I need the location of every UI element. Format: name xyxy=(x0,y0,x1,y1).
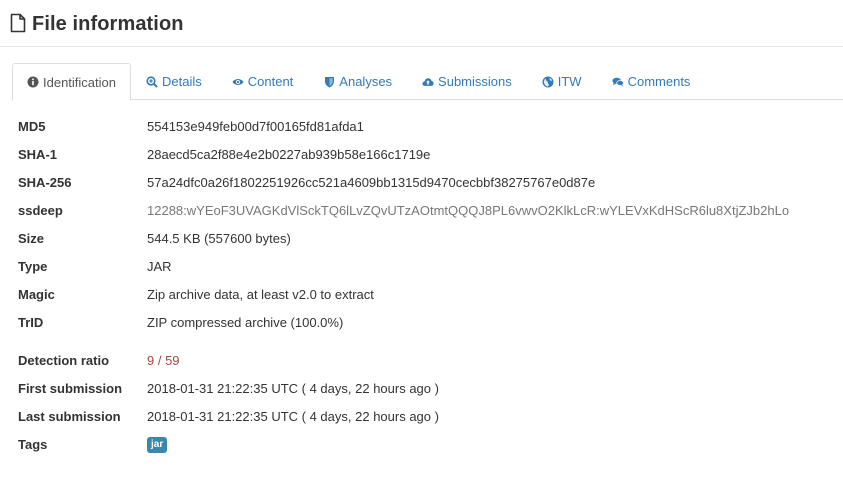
tags-row: Tags jar xyxy=(18,430,838,458)
file-icon xyxy=(10,13,28,35)
type-label: Type xyxy=(18,258,48,274)
tab-details[interactable]: Details xyxy=(131,63,217,100)
magic-value: Zip archive data, at least v2.0 to extra… xyxy=(147,286,374,302)
cloud-upload-icon xyxy=(422,76,434,88)
tab-content[interactable]: Content xyxy=(217,63,309,100)
type-value: JAR xyxy=(147,258,172,274)
shield-icon xyxy=(323,76,335,88)
md5-label: MD5 xyxy=(18,118,46,134)
tags-label: Tags xyxy=(18,436,48,452)
comments-icon xyxy=(612,76,624,88)
tab-itw[interactable]: ITW xyxy=(527,63,597,100)
tab-analyses[interactable]: Analyses xyxy=(308,63,407,100)
eye-icon xyxy=(232,76,244,88)
tab-label: Analyses xyxy=(339,74,393,89)
tab-label: Details xyxy=(162,74,202,89)
tab-label: Comments xyxy=(627,74,691,89)
first-submission-label: First submission xyxy=(18,380,123,396)
last-submission-value: 2018-01-31 21:22:35 UTC ( 4 days, 22 hou… xyxy=(147,408,439,424)
tab-label: Submissions xyxy=(438,74,512,89)
globe-icon xyxy=(542,76,554,88)
sha1-value: 28aecd5ca2f88e4e2b0227ab939b58e166c1719e xyxy=(147,146,431,162)
md5-value: 554153e949feb00d7f00165fd81afda1 xyxy=(147,118,364,134)
tab-label: ITW xyxy=(557,74,582,89)
md5-row: MD5 554153e949feb00d7f00165fd81afda1 xyxy=(18,112,838,140)
page-header: File information xyxy=(10,8,184,40)
trid-row: TrID ZIP compressed archive (100.0%) xyxy=(18,308,838,336)
size-row: Size 544.5 KB (557600 bytes) xyxy=(18,224,838,252)
sha256-row: SHA-256 57a24dfc0a26f1802251926cc521a460… xyxy=(18,168,838,196)
ssdeep-label: ssdeep xyxy=(18,202,63,218)
size-label: Size xyxy=(18,230,45,246)
last-submission-row: Last submission 2018-01-31 21:22:35 UTC … xyxy=(18,402,838,430)
first-submission-row: First submission 2018-01-31 21:22:35 UTC… xyxy=(18,374,838,402)
tab-comments[interactable]: Comments xyxy=(597,63,706,100)
tag-badge[interactable]: jar xyxy=(147,437,168,453)
last-submission-label: Last submission xyxy=(18,408,121,424)
ssdeep-value: 12288:wYEoF3UVAGKdVlSckTQ6lLvZQvUTzAOtmt… xyxy=(147,202,790,218)
detection-label: Detection ratio xyxy=(18,352,110,368)
page-title: File information xyxy=(32,12,184,35)
tab-label: Identification xyxy=(43,74,116,90)
tab-label: Content xyxy=(247,74,294,89)
header-divider xyxy=(0,46,843,47)
sha1-label: SHA-1 xyxy=(18,146,58,162)
sha256-value: 57a24dfc0a26f1802251926cc521a4609bb1315d… xyxy=(147,174,596,190)
detection-row: Detection ratio 9 / 59 xyxy=(18,346,838,374)
first-submission-value: 2018-01-31 21:22:35 UTC ( 4 days, 22 hou… xyxy=(147,380,439,396)
tags-value: jar xyxy=(147,435,168,453)
sha1-row: SHA-1 28aecd5ca2f88e4e2b0227ab939b58e166… xyxy=(18,140,838,168)
size-value: 544.5 KB (557600 bytes) xyxy=(147,230,291,246)
tab-identification[interactable]: Identification xyxy=(12,63,131,101)
zoom-icon xyxy=(146,75,158,88)
tab-bar: Identification Details Content Analyses … xyxy=(12,63,706,101)
magic-label: Magic xyxy=(18,286,55,302)
ssdeep-row: ssdeep 12288:wYEoF3UVAGKdVlSckTQ6lLvZQvU… xyxy=(18,196,838,224)
file-info-panel: MD5 554153e949feb00d7f00165fd81afda1 SHA… xyxy=(18,112,838,458)
type-row: Type JAR xyxy=(18,252,838,280)
info-circle-icon xyxy=(27,76,39,88)
detection-value: 9 / 59 xyxy=(147,352,180,368)
magic-row: Magic Zip archive data, at least v2.0 to… xyxy=(18,280,838,308)
sha256-label: SHA-256 xyxy=(18,174,72,190)
trid-value: ZIP compressed archive (100.0%) xyxy=(147,314,344,330)
trid-label: TrID xyxy=(18,314,44,330)
tab-submissions[interactable]: Submissions xyxy=(407,63,527,100)
